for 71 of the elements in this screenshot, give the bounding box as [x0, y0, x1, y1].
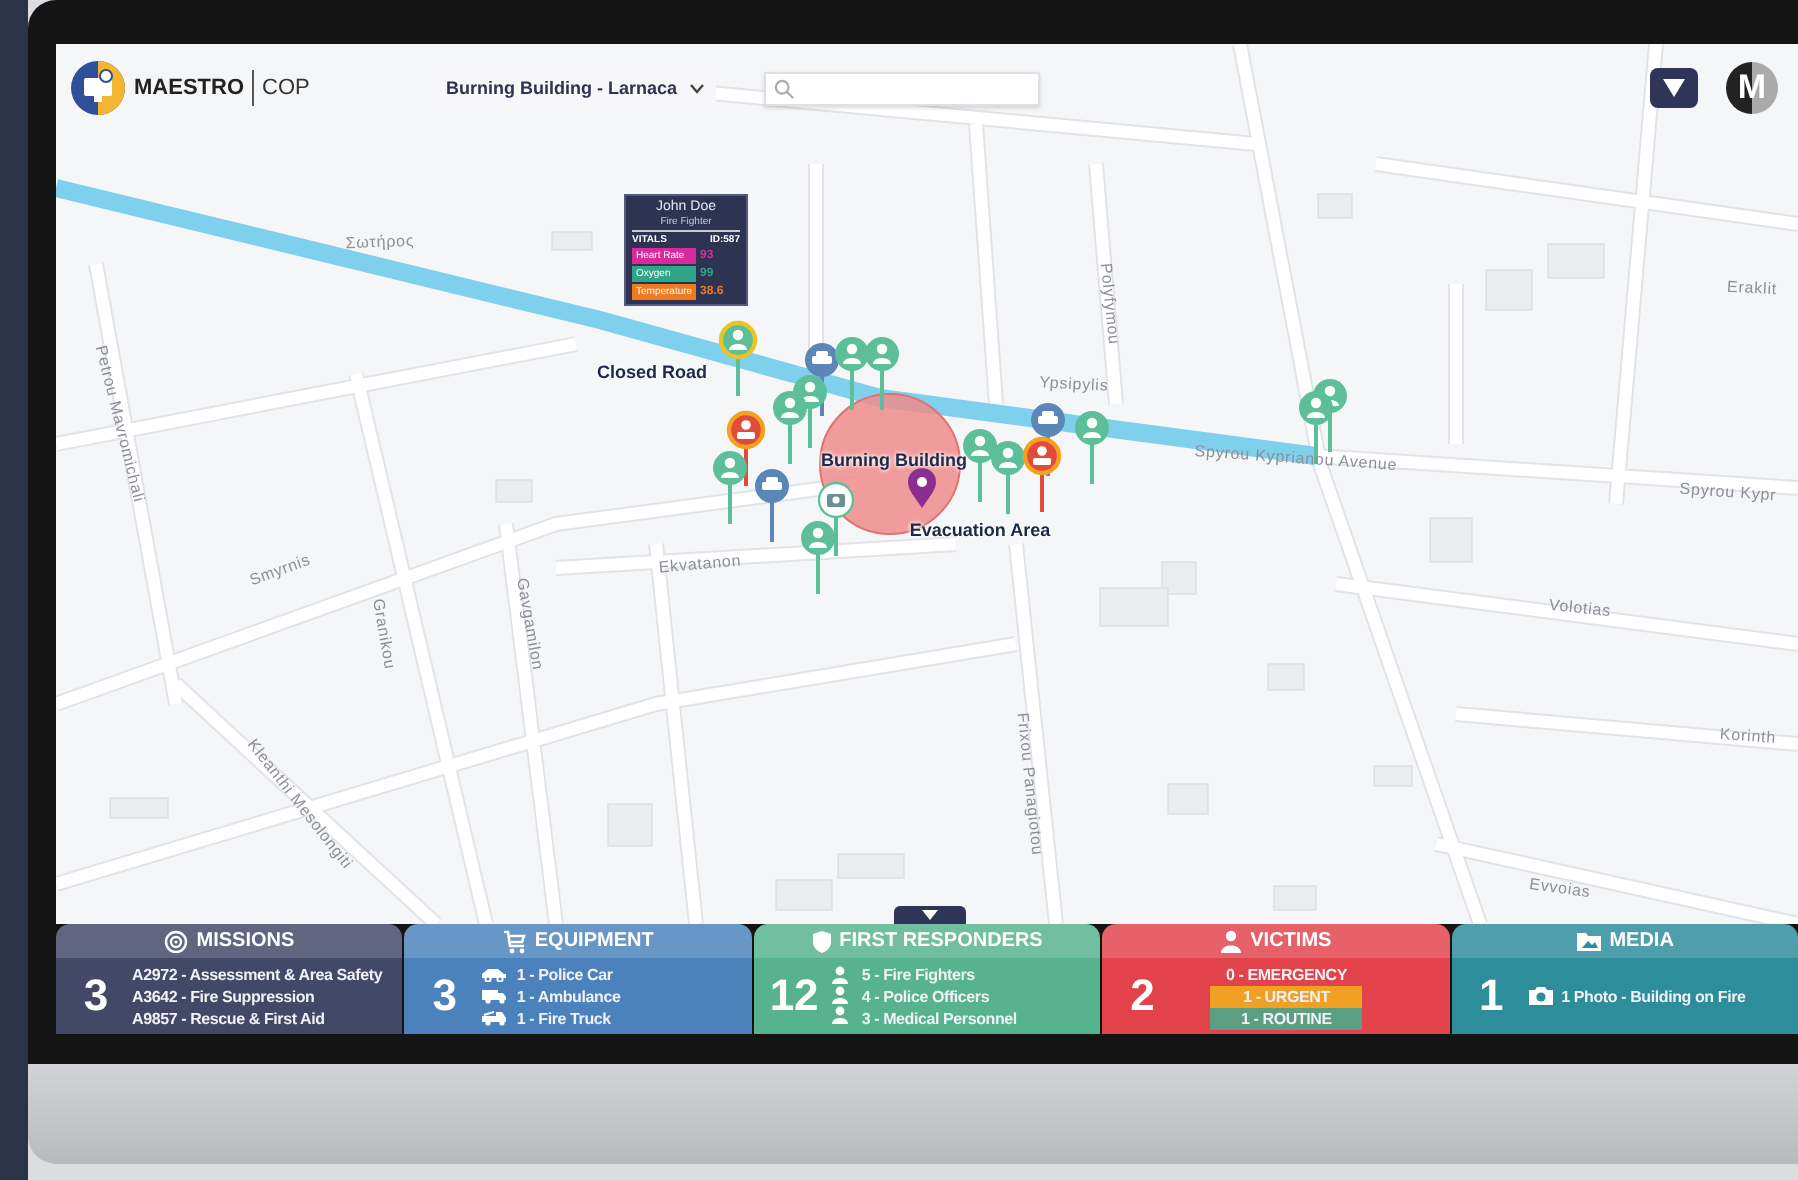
person-marker-icon[interactable]: [991, 441, 1025, 514]
filter-icon: [1662, 78, 1686, 98]
panel-count: 3: [430, 970, 460, 1022]
panel-item: 5 - Fire Fighters: [861, 965, 975, 983]
street-label: Evvoias: [1528, 874, 1592, 902]
map-annotation: Evacuation Area: [909, 520, 1051, 540]
street-label: Ekvatanon: [657, 551, 743, 577]
panel-count: 12: [769, 970, 818, 1022]
street-label: Polyfymou: [1096, 262, 1124, 346]
folder-icon: [1575, 930, 1602, 952]
panel-count: 1: [1477, 970, 1506, 1022]
filter-button[interactable]: [1650, 68, 1698, 108]
panel-count: 2: [1128, 970, 1157, 1022]
panel-item: A9857 - Rescue & First Aid: [132, 1009, 325, 1027]
street-label: Granikou: [368, 597, 400, 671]
person-marker-icon[interactable]: [963, 429, 997, 502]
logo-icon: [70, 60, 126, 116]
person-marker-icon[interactable]: [865, 337, 899, 410]
panel-item: A3642 - Fire Suppression: [132, 987, 315, 1005]
search-icon: [773, 77, 794, 99]
person-icon: [1220, 929, 1243, 953]
person-marker-icon[interactable]: [1075, 411, 1109, 484]
panel-item: 4 - Police Officers: [861, 987, 990, 1005]
street-label: Frixou Panagiotou: [1013, 711, 1047, 857]
caret-icon: [689, 83, 704, 93]
camera-icon: [1527, 986, 1554, 1006]
street-label: Eraklit: [1726, 277, 1778, 299]
street-label: Korinth: [1719, 725, 1777, 747]
panel-item: 1 - Ambulance: [516, 987, 621, 1005]
person-marker-icon[interactable]: [718, 320, 758, 396]
location-pin-icon[interactable]: [908, 468, 936, 508]
panel-title: EQUIPMENT: [534, 930, 654, 952]
panel-title: FIRST RESPONDERS: [839, 930, 1043, 952]
truck-icon: [480, 1010, 509, 1026]
street-label: Ypsipylis: [1039, 373, 1109, 395]
panel-title: VICTIMS: [1250, 930, 1332, 952]
search-field[interactable]: [763, 71, 1040, 105]
street-label: Σωτήρος: [345, 231, 415, 253]
person-marker-icon[interactable]: [713, 451, 747, 524]
vehicle-marker-icon[interactable]: [755, 469, 789, 542]
map-annotation: Closed Road: [597, 362, 707, 382]
person-marker-icon[interactable]: [801, 521, 835, 594]
people-icon: [829, 966, 850, 1026]
street-label: Volotias: [1548, 595, 1612, 621]
product-name: COP: [262, 76, 310, 100]
person-marker-icon[interactable]: [773, 391, 807, 464]
brand-name: MAESTRO: [134, 76, 244, 100]
ambulance-icon: [480, 988, 509, 1004]
cart-icon: [502, 929, 527, 953]
target-icon: [164, 929, 189, 953]
panel-count: 3: [81, 970, 111, 1022]
panel-item: A2972 - Assessment & Area Safety: [132, 965, 383, 983]
map-annotation: Burning Building: [821, 450, 967, 470]
panel-item: 1 Photo - Building on Fire: [1561, 987, 1746, 1005]
panel-title: MEDIA: [1609, 930, 1674, 952]
panel-item: 1 - Fire Truck: [516, 1009, 611, 1027]
victim-level: 0 - EMERGENCY: [1223, 963, 1349, 985]
victim-level: 1 - URGENT: [1210, 985, 1363, 1007]
victim-marker-icon[interactable]: [1022, 436, 1062, 512]
caret-icon: [922, 910, 938, 920]
shield-icon: [811, 929, 832, 953]
panel-item: 3 - Medical Personnel: [861, 1009, 1017, 1027]
panel-title: MISSIONS: [196, 930, 295, 952]
panel-toggle-button[interactable]: [894, 906, 966, 924]
street-label: Gavgamilon: [513, 576, 547, 672]
victim-level: 1 - ROUTINE: [1210, 1007, 1363, 1029]
street-label: Spyrou Kyprianou Avenue: [1194, 441, 1398, 475]
panel-item: 1 - Police Car: [516, 965, 613, 983]
street-label: Spyrou Kypr: [1679, 479, 1777, 505]
person-marker-icon[interactable]: [835, 337, 869, 410]
car-icon: [480, 966, 509, 982]
